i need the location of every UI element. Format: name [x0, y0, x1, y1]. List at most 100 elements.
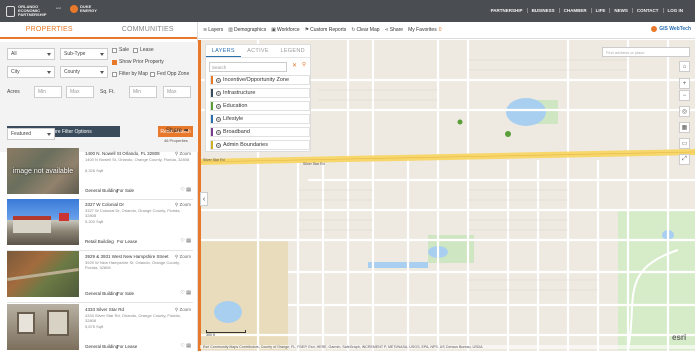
listing-address[interactable]: 3327 W Colonial Dr	[85, 202, 124, 207]
tab-legend[interactable]: LEGEND	[275, 45, 310, 57]
nav-news[interactable]: NEWS	[609, 8, 632, 13]
listing-item[interactable]: image not available 1400 N. Nowell St Or…	[7, 148, 193, 200]
chevron-down-icon	[47, 53, 51, 56]
duke-energy-logo[interactable]: DUKE ENERGY	[70, 5, 104, 13]
listing-size: 5,200 Sqft	[85, 219, 104, 224]
clear-map-button[interactable]: ↻ Clear Map	[351, 27, 379, 33]
heart-icon[interactable]: ♡	[180, 290, 184, 296]
fed-opp-zone-checkbox[interactable]: Fed Opp Zone	[150, 71, 189, 77]
lease-checkbox[interactable]: Lease	[133, 47, 154, 53]
fullscreen-icon[interactable]: ⤢	[679, 154, 690, 165]
layer-admin-boundaries[interactable]: + Admin Boundaries	[210, 140, 310, 150]
county-select[interactable]: County	[60, 66, 108, 78]
map-share-button[interactable]: ⋖ Share	[385, 27, 404, 33]
nav-contact[interactable]: CONTACT	[631, 8, 663, 13]
listing-thumbnail[interactable]	[7, 199, 79, 245]
subtype-select[interactable]: Sub-Type	[60, 48, 108, 60]
listing-status: For Lease	[117, 239, 138, 244]
listing-item[interactable]: 3327 W Colonial Dr ⚲ Zoom 3327 W Colonia…	[7, 199, 193, 251]
nav-partnership[interactable]: PARTNERSHIP	[487, 8, 527, 13]
layer-lifestyle[interactable]: + Lifestyle	[210, 114, 310, 124]
tab-active[interactable]: ACTIVE	[241, 45, 276, 57]
workforce-button[interactable]: ▣ Workforce	[271, 27, 299, 33]
sort-select[interactable]: Featured	[7, 128, 55, 140]
building-photo	[13, 216, 51, 233]
sale-checkbox[interactable]: Sale	[112, 47, 129, 53]
tab-properties[interactable]: PROPERTIES	[0, 22, 99, 37]
listing-address[interactable]: 4333 Silver Star Rd	[85, 307, 124, 312]
zoom-in-icon[interactable]: +	[679, 78, 690, 89]
layer-education[interactable]: + Education	[210, 101, 310, 111]
demographics-label: Demographics	[233, 27, 267, 33]
show-pending-checkbox[interactable]: Show Prior Property	[112, 59, 164, 65]
city-select[interactable]: City	[7, 66, 55, 78]
interior-photo-window	[47, 310, 69, 336]
acres-min-input[interactable]: Min	[34, 86, 62, 98]
listing-actions: ♡ ▤	[180, 343, 191, 349]
home-icon[interactable]: ⌂	[679, 61, 690, 72]
pond	[368, 262, 428, 268]
property-type-select[interactable]: All	[7, 48, 55, 60]
heart-icon[interactable]: ♡	[180, 187, 184, 193]
layer-broadband[interactable]: + Broadband	[210, 127, 310, 137]
heart-icon[interactable]: ♡	[180, 343, 184, 349]
acres-max-input[interactable]: Max	[66, 86, 94, 98]
gis-logo-text: GIS WebTech	[659, 26, 691, 32]
duke-energy-logo-mark	[70, 5, 78, 13]
print-icon[interactable]: ▤	[186, 290, 191, 296]
layer-search-input[interactable]: Search	[209, 62, 287, 72]
plus-circle-icon: +	[216, 90, 221, 96]
layer-incentive-zone[interactable]: + Incentive/Opportunity Zone	[210, 75, 310, 85]
listing-item[interactable]: 4333 Silver Star Rd ⚲ Zoom 4333 Silver S…	[7, 304, 193, 351]
listing-thumbnail[interactable]	[7, 251, 79, 297]
nav-business[interactable]: BUSINESS	[526, 8, 559, 13]
heart-icon[interactable]: ♡	[180, 238, 184, 244]
briefcase-icon: ▣	[271, 27, 276, 33]
custom-reports-label: Custom Reports	[310, 27, 347, 33]
lake	[214, 301, 242, 323]
print-icon[interactable]: ▤	[186, 187, 191, 193]
zoom-out-icon[interactable]: −	[679, 90, 690, 101]
measure-icon[interactable]: ▭	[679, 138, 690, 149]
listing-item[interactable]: 3929 & 3931 West New Hampshire Street ⚲ …	[7, 251, 193, 303]
partnership-logo[interactable]: ORLANDO ECONOMIC PARTNERSHIP	[6, 5, 48, 17]
property-type-value: All	[11, 51, 17, 57]
my-favorites-button[interactable]: My Favorites 0	[408, 27, 441, 33]
gis-webtech-logo: GIS WebTech	[651, 26, 691, 32]
nav-login[interactable]: LOG IN	[662, 8, 688, 13]
listing-address[interactable]: 3929 & 3931 West New Hampshire Street	[85, 254, 168, 259]
search-icon: ⚲	[174, 151, 179, 156]
filter-by-map-checkbox[interactable]: Filter by Map	[112, 71, 148, 77]
print-icon[interactable]: ▤	[186, 343, 191, 349]
listing-type: General Building	[85, 344, 119, 349]
locate-icon[interactable]: ◎	[679, 106, 690, 117]
layers-button[interactable]: ≋ Layers	[203, 27, 223, 33]
my-favorites-label: My Favorites	[408, 27, 437, 33]
nav-life[interactable]: LIFE	[590, 8, 610, 13]
listing-thumbnail[interactable]	[7, 304, 79, 350]
layers-label: Layers	[208, 27, 224, 33]
layers-icon: ≋	[203, 27, 208, 33]
close-icon[interactable]: ✕	[292, 62, 297, 69]
tab-communities[interactable]: COMMUNITIES	[99, 22, 198, 37]
sqft-max-input[interactable]: Max	[163, 86, 191, 98]
nav-chamber[interactable]: CHAMBER	[558, 8, 591, 13]
sqft-min-input[interactable]: Min	[129, 86, 157, 98]
tab-layers[interactable]: LAYERS	[206, 45, 241, 57]
layer-infrastructure[interactable]: + Infrastructure	[210, 88, 310, 98]
share-icon: ➦	[183, 128, 189, 134]
search-icon[interactable]: ⚲	[302, 62, 306, 68]
listing-address[interactable]: 1400 N. Nowell St Orlando, FL 32808	[85, 151, 160, 156]
listing-thumbnail[interactable]: image not available	[7, 148, 79, 194]
layer-label: Admin Boundaries	[223, 142, 268, 148]
demographics-button[interactable]: ▥ Demographics	[228, 27, 266, 33]
print-icon[interactable]: ▤	[186, 238, 191, 244]
share-link[interactable]: Share ➦	[166, 127, 189, 134]
listing-actions: ♡ ▤	[180, 187, 191, 193]
collapse-panel-button[interactable]: ‹	[200, 192, 208, 206]
basemap-icon[interactable]: ▦	[679, 122, 690, 133]
checkbox-box	[133, 47, 138, 53]
custom-reports-button[interactable]: ⚑ Custom Reports	[305, 27, 347, 33]
map-search-input[interactable]: Find address or place	[602, 47, 690, 57]
plus-circle-icon: +	[216, 103, 221, 109]
